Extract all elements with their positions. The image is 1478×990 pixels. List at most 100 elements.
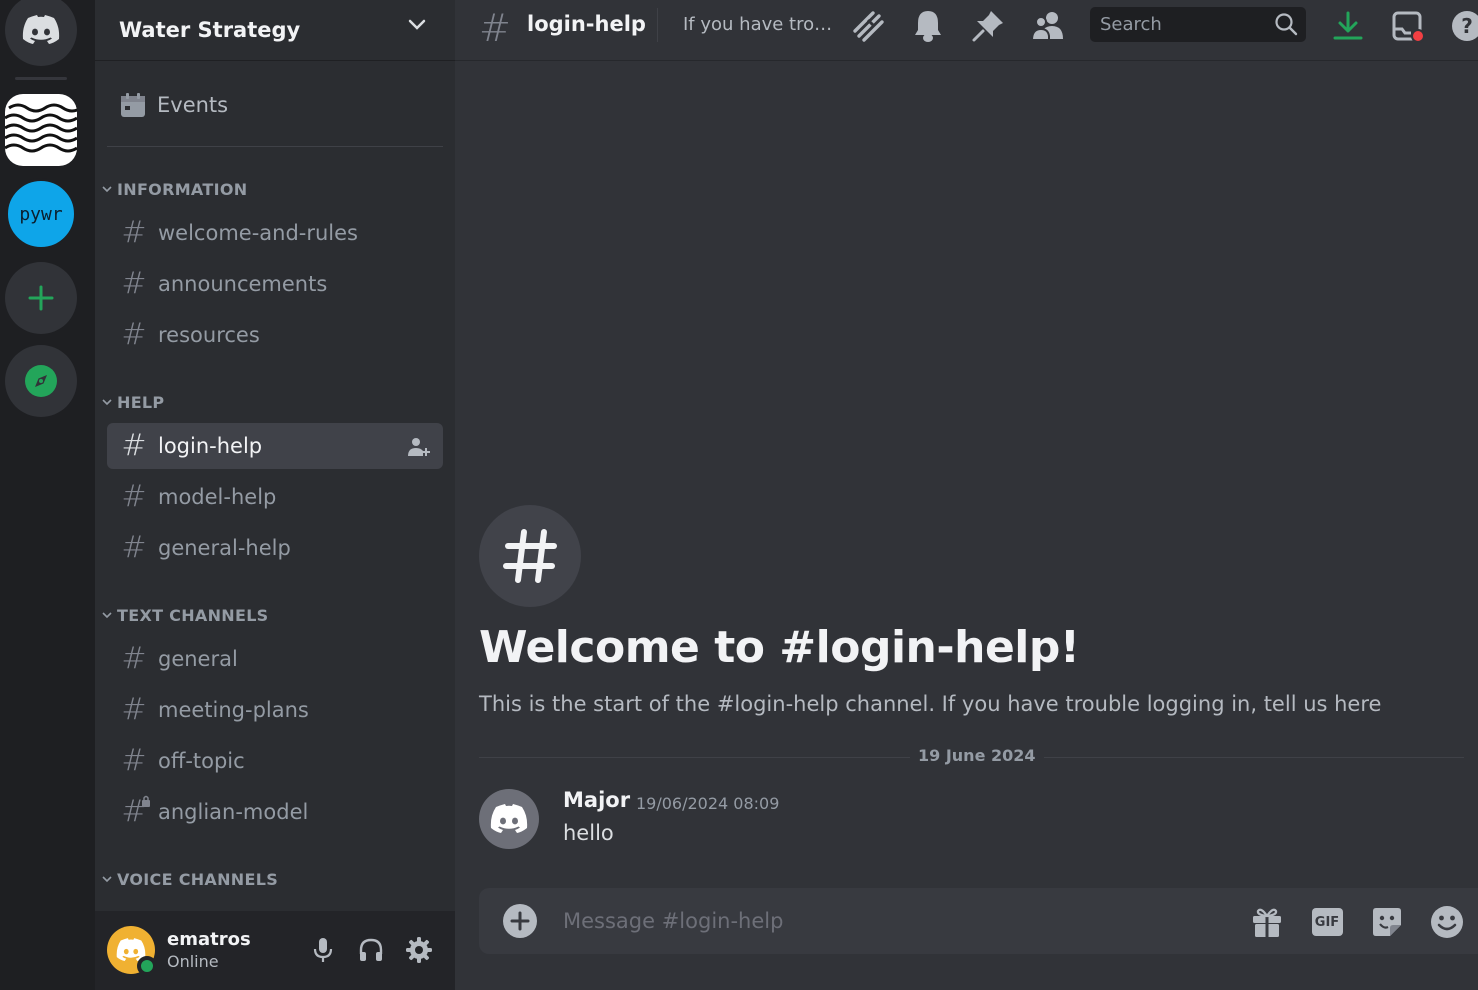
user-settings-button[interactable] — [404, 935, 434, 965]
channel-general[interactable]: # general — [107, 636, 443, 682]
bell-icon — [915, 11, 941, 42]
category-information[interactable]: INFORMATION — [101, 177, 247, 201]
explore-servers-button[interactable] — [5, 345, 77, 417]
inbox-button[interactable] — [1388, 6, 1428, 46]
channel-topic[interactable]: If you have trouble logging in, tell us … — [683, 14, 839, 35]
message-composer: GIF — [479, 888, 1478, 954]
channel-meeting-plans[interactable]: # meeting-plans — [107, 687, 443, 733]
category-help[interactable]: HELP — [101, 390, 164, 414]
emoji-button[interactable] — [1429, 904, 1465, 940]
help-icon: ? — [1452, 11, 1478, 41]
welcome-title: Welcome to #login-help! — [479, 622, 1080, 673]
hash-icon: # — [121, 428, 147, 463]
channel-off-topic[interactable]: # off-topic — [107, 738, 443, 784]
search-input[interactable] — [1100, 11, 1270, 37]
notifications-button[interactable] — [908, 6, 948, 46]
header-channel-name: login-help — [527, 12, 646, 36]
category-label: TEXT CHANNELS — [117, 605, 269, 625]
add-server-button[interactable] — [5, 262, 77, 334]
headphones-icon — [359, 938, 383, 961]
invite-user-icon[interactable] — [407, 435, 431, 459]
user-panel: ematros Online — [95, 911, 455, 990]
category-text-channels[interactable]: TEXT CHANNELS — [101, 603, 269, 627]
hash-icon: # — [121, 266, 147, 301]
channel-name: model-help — [158, 485, 277, 509]
category-label: INFORMATION — [117, 179, 248, 199]
mute-button[interactable] — [308, 935, 338, 965]
discord-logo-icon — [490, 804, 528, 833]
channel-login-help[interactable]: # login-help — [107, 423, 443, 469]
discord-logo-icon — [22, 15, 60, 44]
hash-icon: # — [121, 215, 147, 250]
download-apps-button[interactable] — [1328, 6, 1368, 46]
channel-name: welcome-and-rules — [158, 221, 359, 245]
plus-icon — [28, 285, 54, 311]
gif-label: GIF — [1314, 914, 1340, 930]
category-voice-channels[interactable]: VOICE CHANNELS — [101, 867, 278, 891]
compass-icon — [25, 365, 57, 397]
member-list-button[interactable] — [1028, 6, 1068, 46]
sticker-button[interactable] — [1369, 904, 1405, 940]
pinned-messages-button[interactable] — [968, 6, 1008, 46]
channel-announcements[interactable]: # announcements — [107, 261, 443, 307]
gif-button[interactable]: GIF — [1309, 904, 1345, 940]
message-area: Welcome to #login-help! This is the star… — [455, 62, 1478, 990]
hash-icon: # — [121, 317, 147, 352]
inbox-icon — [1392, 11, 1425, 43]
user-status: Online — [167, 952, 219, 971]
sidebar-separator — [107, 146, 443, 147]
server-water-strategy[interactable] — [5, 94, 77, 166]
welcome-description: This is the start of the #login-help cha… — [479, 692, 1382, 716]
rail-separator — [15, 77, 67, 80]
members-icon — [1031, 12, 1063, 41]
message-timestamp: 19/06/2024 08:09 — [636, 794, 780, 813]
threads-button[interactable] — [848, 6, 888, 46]
message-input[interactable] — [563, 906, 1163, 936]
channel-name: announcements — [158, 272, 328, 296]
channel-general-help[interactable]: # general-help — [107, 525, 443, 571]
gift-button[interactable] — [1249, 904, 1285, 940]
message-avatar[interactable] — [479, 789, 539, 849]
wave-logo-icon — [5, 103, 77, 153]
search-box[interactable] — [1090, 7, 1306, 42]
message-text: hello — [563, 821, 614, 845]
channel-resources[interactable]: # resources — [107, 312, 443, 358]
hash-icon: # — [479, 6, 511, 50]
channel-name: login-help — [158, 434, 263, 458]
server-pywr[interactable]: pywr — [5, 178, 77, 250]
channel-welcome-and-rules[interactable]: # welcome-and-rules — [107, 210, 443, 256]
download-icon — [1333, 11, 1363, 40]
svg-text:?: ? — [1461, 14, 1473, 38]
hash-icon: # — [121, 743, 147, 778]
gift-icon — [1253, 908, 1281, 937]
microphone-icon — [313, 938, 333, 962]
locked-hash-icon: # — [121, 795, 150, 827]
server-pywr-label: pywr — [19, 203, 63, 225]
message-author[interactable]: Major — [563, 788, 630, 812]
hash-icon: # — [121, 530, 147, 565]
gif-icon: GIF — [1311, 908, 1343, 936]
events-button[interactable]: Events — [119, 86, 228, 124]
welcome-hash-circle — [479, 505, 581, 607]
user-name: ematros — [167, 929, 251, 950]
channel-name: anglian-model — [158, 800, 309, 824]
guild-header[interactable]: Water Strategy — [95, 0, 455, 61]
upload-button[interactable] — [503, 904, 537, 938]
discord-home-button[interactable] — [5, 0, 77, 66]
category-label: VOICE CHANNELS — [117, 869, 279, 889]
channel-model-help[interactable]: # model-help — [107, 474, 443, 520]
deafen-button[interactable] — [356, 935, 386, 965]
channel-name: general-help — [158, 536, 291, 560]
plus-icon — [510, 911, 530, 931]
sticker-icon — [1373, 908, 1401, 936]
channel-header: # login-help If you have trouble logging… — [455, 0, 1478, 61]
hash-icon — [503, 529, 557, 583]
threads-icon — [853, 11, 884, 42]
channel-anglian-model[interactable]: # anglian-model — [107, 789, 443, 835]
help-button[interactable]: ? — [1447, 6, 1478, 46]
server-rail: pywr — [0, 0, 95, 990]
channel-name: off-topic — [158, 749, 245, 773]
channel-name: resources — [158, 323, 260, 347]
category-label: HELP — [117, 392, 165, 412]
emoji-smile-icon — [1431, 906, 1463, 938]
